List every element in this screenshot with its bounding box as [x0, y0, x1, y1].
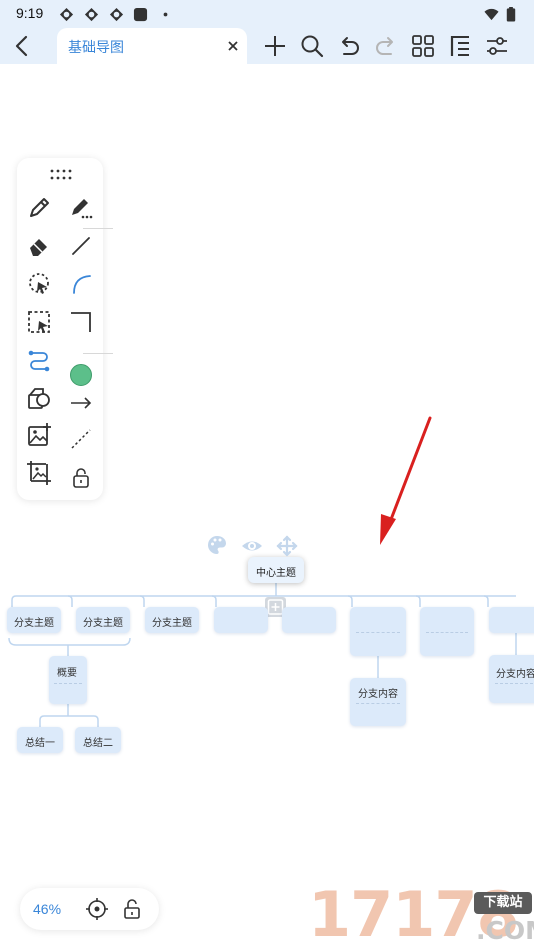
annotation-arrow [380, 416, 432, 545]
zoom-control-bar: 46% [20, 888, 159, 930]
zoom-level[interactable]: 46% [33, 901, 61, 917]
watermark-badge: 下载站 [474, 892, 532, 914]
watermark-domain: .COM [476, 916, 534, 945]
site-watermark: 17178 下载站 .COM [308, 880, 534, 950]
locate-center-icon[interactable] [85, 897, 109, 921]
unlock-icon[interactable] [120, 897, 144, 921]
